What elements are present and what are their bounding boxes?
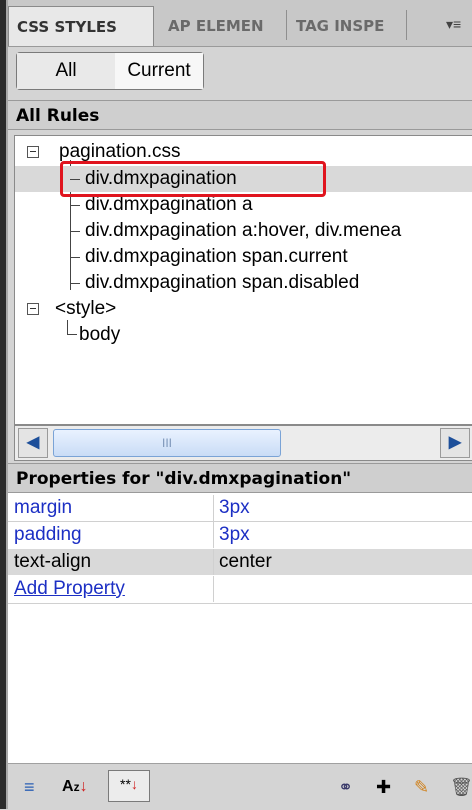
tree-line — [70, 257, 80, 258]
add-property-row[interactable]: Add Property — [8, 576, 472, 602]
scroll-left-icon[interactable]: ◀ — [18, 428, 48, 458]
tab-css-styles[interactable]: CSS STYLES — [8, 6, 154, 46]
tree-item-rule[interactable]: div.dmxpagination span.current — [15, 244, 472, 270]
tree-line — [70, 231, 80, 232]
column-divider — [213, 522, 214, 548]
all-rules-header: All Rules — [8, 100, 472, 130]
tree-item-style-block[interactable]: <style> — [15, 296, 472, 322]
collapse-toggle-icon[interactable] — [27, 146, 39, 158]
horizontal-scrollbar[interactable]: ◀ III ▶ — [14, 425, 472, 461]
category-view-icon[interactable]: ≡ — [24, 774, 35, 800]
scrollbar-thumb[interactable]: III — [53, 429, 281, 457]
tab-ap-elements[interactable]: AP ELEMEN — [160, 6, 278, 46]
property-row[interactable]: padding 3px — [8, 522, 472, 548]
tab-tag-inspector[interactable]: TAG INSPE — [288, 6, 406, 46]
tree-item-label: div.dmxpagination span.current — [85, 246, 348, 267]
property-value[interactable]: center — [219, 549, 272, 575]
edit-rule-icon[interactable]: ✎ — [414, 774, 429, 800]
scroll-right-icon[interactable]: ▶ — [440, 428, 470, 458]
tree-item-rule[interactable]: div.dmxpagination span.disabled — [15, 270, 472, 296]
panel-menu-icon[interactable]: ▾≡ — [446, 16, 461, 33]
new-css-rule-icon[interactable]: ✚ — [376, 774, 391, 800]
property-name[interactable]: text-align — [14, 549, 91, 575]
tree-line — [70, 283, 80, 284]
delete-rule-icon[interactable]: 🗑 — [450, 774, 472, 800]
selection-highlight-annotation — [60, 161, 326, 197]
tree-item-rule[interactable]: body — [15, 322, 472, 348]
column-divider — [213, 495, 214, 521]
add-property-link[interactable]: Add Property — [14, 576, 125, 602]
attach-stylesheet-icon[interactable]: ⚭ — [338, 774, 353, 800]
property-row[interactable]: margin 3px — [8, 495, 472, 521]
tree-item-label: body — [79, 324, 121, 345]
tree-item-label: div.dmxpagination span.disabled — [85, 272, 360, 293]
alphabetical-view-icon[interactable]: Az↓ — [62, 774, 88, 800]
property-value[interactable]: 3px — [219, 522, 250, 548]
tree-item-rule[interactable]: div.dmxpagination a:hover, div.menea — [15, 218, 472, 244]
property-value[interactable]: 3px — [219, 495, 250, 521]
all-mode-button[interactable]: All — [17, 53, 116, 89]
tree-item-label: <style> — [55, 298, 117, 319]
property-name[interactable]: padding — [14, 522, 82, 548]
bottom-toolbar: ≡ Az↓ **↓ ⚭ ✚ ✎ 🗑 — [8, 763, 472, 810]
tab-separator — [286, 10, 287, 40]
properties-table: margin 3px padding 3px text-align center… — [8, 493, 472, 763]
tree-item-label: div.dmxpagination a:hover, div.menea — [85, 220, 402, 241]
column-divider — [213, 576, 214, 602]
row-divider — [8, 603, 472, 604]
set-properties-view-icon[interactable]: **↓ — [108, 770, 150, 802]
property-row[interactable]: text-align center — [8, 549, 472, 575]
column-divider — [213, 549, 214, 575]
tree-line — [67, 334, 77, 335]
tree-line — [70, 205, 80, 206]
property-name[interactable]: margin — [14, 495, 72, 521]
tab-separator — [406, 10, 407, 40]
view-mode-toggle: All Current — [16, 52, 204, 90]
properties-header: Properties for "div.dmxpagination" — [8, 463, 472, 493]
current-mode-button[interactable]: Current — [115, 53, 203, 89]
collapse-toggle-icon[interactable] — [27, 303, 39, 315]
